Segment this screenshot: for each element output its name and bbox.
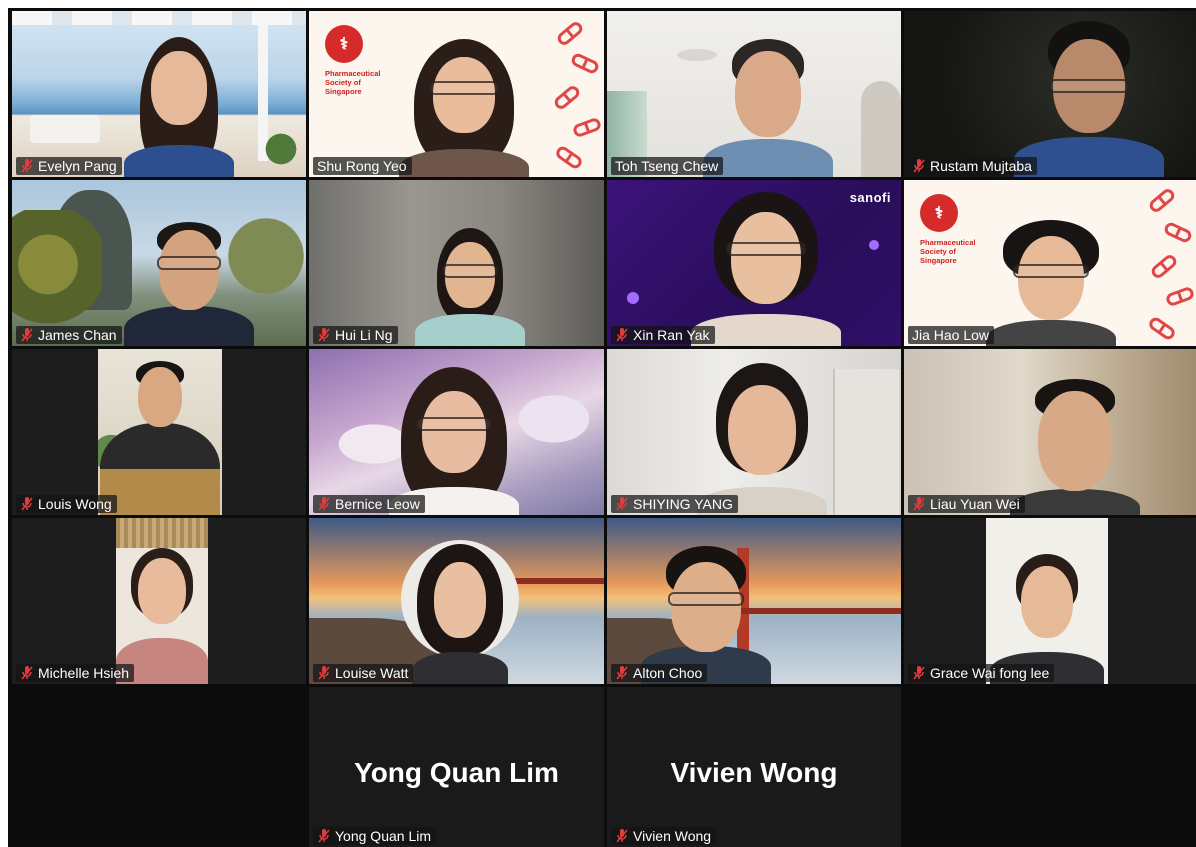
pss-emblem-icon: ⚕ (325, 25, 363, 63)
name-label: SHIYING YANG (611, 495, 738, 513)
video-tile-yong-quan-lim[interactable]: Yong Quan Lim Yong Quan Lim (309, 687, 604, 847)
name-label: Evelyn Pang (16, 157, 122, 175)
empty-tile (12, 687, 306, 847)
name-label: Yong Quan Lim (313, 827, 436, 845)
video-tile-louise-watt[interactable]: Louise Watt (309, 518, 604, 684)
door (833, 369, 899, 515)
video-tile-jia-hao-low[interactable]: ⚕ Pharmaceutical Society of Singapore Jia … (904, 180, 1196, 346)
name-label: James Chan (16, 326, 122, 344)
participant-video (986, 220, 1116, 346)
video-tile-rustam-mujtaba[interactable]: Rustam Mujtaba (904, 11, 1196, 177)
camera-off-name: Yong Quan Lim (354, 757, 559, 788)
name-label: Rustam Mujtaba (908, 157, 1037, 175)
muted-microphone-icon (318, 829, 330, 843)
video-tile-alton-choo[interactable]: Alton Choo (607, 518, 901, 684)
name-label: Jia Hao Low (908, 326, 995, 344)
video-tile-vivien-wong[interactable]: Vivien Wong Vivien Wong (607, 687, 901, 847)
video-tile-evelyn-pang[interactable]: Evelyn Pang (12, 11, 306, 177)
muted-microphone-icon (21, 328, 33, 342)
participant-video (697, 363, 827, 515)
decor-dot (869, 240, 879, 250)
participant-video (100, 359, 220, 515)
video-tile-hui-li-ng[interactable]: Hui Li Ng (309, 180, 604, 346)
participant-video (389, 367, 519, 515)
video-tile-liau-yuan-wei[interactable]: Liau Yuan Wei (904, 349, 1196, 515)
muted-microphone-icon (21, 666, 33, 680)
name-label: Vivien Wong (611, 827, 717, 845)
participant-video (703, 37, 833, 177)
participant-video (1010, 379, 1140, 515)
video-tile-toh-tseng-chew[interactable]: Toh Tseng Chew (607, 11, 901, 177)
muted-microphone-icon (21, 159, 33, 173)
participant-video (124, 33, 234, 177)
plant (262, 129, 300, 169)
pss-emblem-icon: ⚕ (920, 194, 958, 232)
video-tile-bernice-leow[interactable]: Bernice Leow (309, 349, 604, 515)
participant-video (407, 544, 513, 684)
name-label: Liau Yuan Wei (908, 495, 1025, 513)
name-label: Grace Wai fong lee (908, 664, 1055, 682)
ceiling-slats (116, 518, 208, 548)
name-label: Alton Choo (611, 664, 708, 682)
gallery-view: Evelyn Pang ⚕ Pharmaceutical Society of Si… (8, 8, 1196, 847)
video-tile-michelle-hsieh[interactable]: Michelle Hsieh (12, 518, 306, 684)
doorway (861, 81, 901, 177)
video-tile-shiying-yang[interactable]: SHIYING YANG (607, 349, 901, 515)
participant-video (124, 222, 254, 346)
muted-microphone-icon (318, 328, 330, 342)
name-label: Shu Rong Yeo (313, 157, 412, 175)
participant-video (415, 228, 525, 346)
name-label: Toh Tseng Chew (611, 157, 724, 175)
video-tile-grace-wai-fong-lee[interactable]: Grace Wai fong lee (904, 518, 1196, 684)
pss-logo: ⚕ Pharmaceutical Society of Singapore (920, 194, 975, 265)
camera-off-name: Vivien Wong (670, 757, 838, 788)
muted-microphone-icon (616, 497, 628, 511)
video-tile-xin-ran-yak[interactable]: sanofi Xin Ran Yak (607, 180, 901, 346)
name-label: Bernice Leow (313, 495, 425, 513)
name-label: Louise Watt (313, 664, 414, 682)
sofa (30, 115, 100, 143)
name-label: Xin Ran Yak (611, 326, 715, 344)
muted-microphone-icon (21, 497, 33, 511)
name-label: Michelle Hsieh (16, 664, 135, 682)
muted-microphone-icon (318, 666, 330, 680)
participant-video (1014, 21, 1164, 177)
muted-microphone-icon (913, 666, 925, 680)
video-tile-louis-wong[interactable]: Louis Wong (12, 349, 306, 515)
muted-microphone-icon (616, 829, 628, 843)
sanofi-logo: sanofi (849, 190, 891, 205)
name-label: Hui Li Ng (313, 326, 398, 344)
cloud (509, 389, 599, 449)
video-tile-shu-rong-yeo[interactable]: ⚕ Pharmaceutical Society of Singapore Shu … (309, 11, 604, 177)
pss-logo: ⚕ Pharmaceutical Society of Singapore (325, 25, 380, 96)
muted-microphone-icon (616, 328, 628, 342)
participant-video (399, 37, 529, 177)
participant-video (691, 192, 841, 346)
muted-microphone-icon (913, 497, 925, 511)
video-tile-james-chan[interactable]: James Chan (12, 180, 306, 346)
muted-microphone-icon (318, 497, 330, 511)
muted-microphone-icon (616, 666, 628, 680)
muted-microphone-icon (913, 159, 925, 173)
name-label: Louis Wong (16, 495, 117, 513)
decor-dot (627, 292, 639, 304)
empty-tile (904, 687, 1196, 847)
